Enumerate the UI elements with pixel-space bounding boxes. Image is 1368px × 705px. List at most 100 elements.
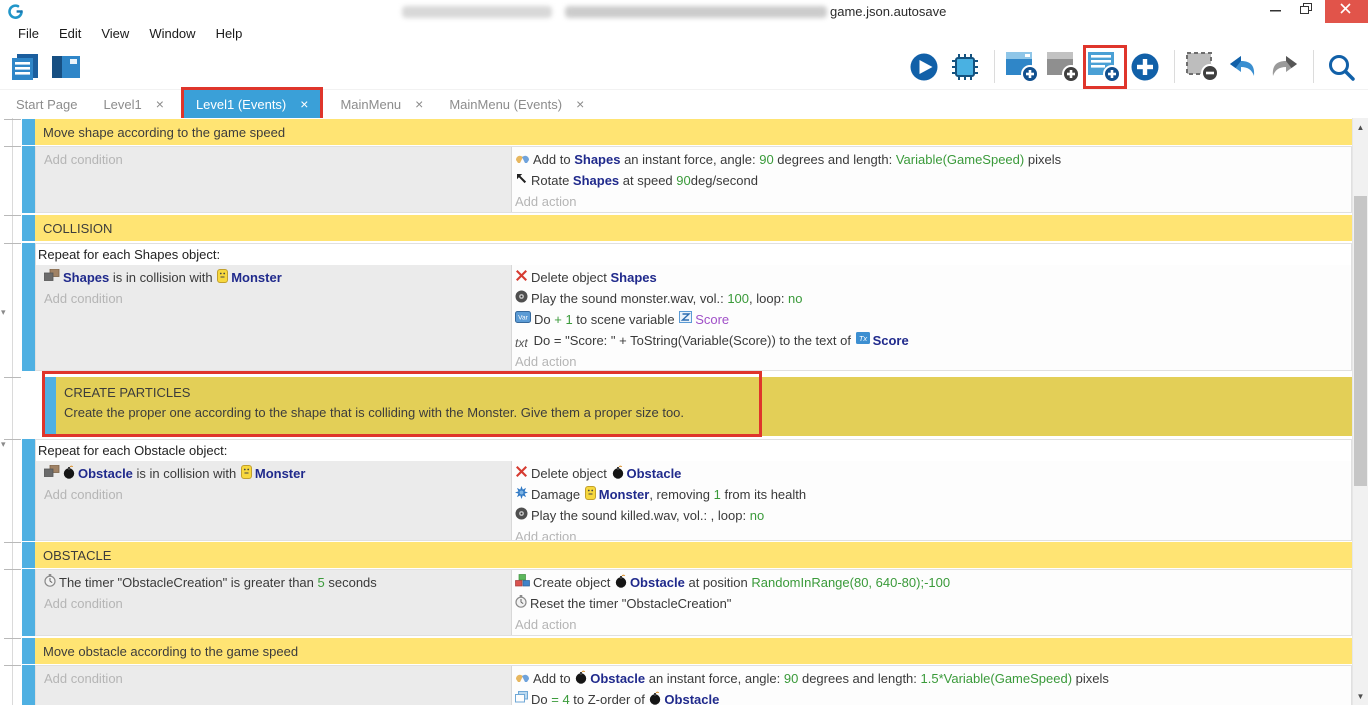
text-segment: from its health	[721, 487, 806, 502]
scroll-up-icon[interactable]: ▲	[1353, 121, 1368, 133]
action-line[interactable]: Play the sound killed.wav, vol.: , loop:…	[515, 505, 1351, 526]
action-line[interactable]: Play the sound monster.wav, vol.: 100, l…	[515, 288, 1351, 309]
add-condition[interactable]: Add condition	[44, 593, 511, 614]
add-condition[interactable]: Add condition	[44, 149, 511, 170]
event-selection-strip	[22, 542, 35, 568]
add-condition[interactable]: Add condition	[44, 288, 511, 309]
conditions-actions: Shapes is in collision with MonsterAdd c…	[36, 265, 1351, 370]
action-line[interactable]: Do = 4 to Z-order of Obstacle	[515, 689, 1351, 705]
comment-text[interactable]: Move shape according to the game speed	[35, 119, 1352, 145]
maximize-button[interactable]	[1293, 0, 1321, 23]
add-action[interactable]: Add action	[515, 614, 1351, 635]
fold-arrow-icon[interactable]: ▾	[1, 440, 6, 449]
toolbar-add-circle-button[interactable]	[1128, 49, 1164, 85]
toolbar-scene-editor-button[interactable]	[49, 49, 85, 85]
event-gutter	[0, 439, 22, 541]
toolbar-debug-button[interactable]	[948, 49, 984, 85]
action-line[interactable]: VarDo + 1 to scene variable Score	[515, 309, 1351, 330]
condition-line[interactable]: Obstacle is in collision with Monster	[44, 463, 511, 484]
add-subevent-icon	[1046, 50, 1080, 83]
scroll-down-icon[interactable]: ▼	[1353, 690, 1368, 702]
actions-column: Delete object ShapesPlay the sound monst…	[511, 265, 1351, 370]
text-segment: pixels	[1072, 671, 1109, 686]
menu-file[interactable]: File	[8, 24, 49, 44]
menu-window[interactable]: Window	[139, 24, 205, 44]
text-segment: Delete object	[531, 466, 611, 481]
add-action[interactable]: Add action	[515, 351, 1351, 370]
minimize-button[interactable]	[1263, 0, 1291, 23]
text-segment: Play the sound killed.wav, vol.: , loop:	[531, 508, 750, 523]
toolbar-project-manager-button[interactable]	[8, 49, 44, 85]
scene-editor-icon	[50, 51, 82, 83]
tab-close-icon[interactable]: ×	[156, 96, 164, 112]
tab-level1-events[interactable]: Level1 (Events)×	[184, 90, 321, 118]
action-line[interactable]: Add to Obstacle an instant force, angle:…	[515, 668, 1351, 689]
tab-close-icon[interactable]: ×	[576, 96, 584, 112]
toolbar	[0, 44, 1368, 90]
condition-line[interactable]: The timer "ObstacleCreation" is greater …	[44, 572, 511, 593]
comment-line: CREATE PARTICLES	[64, 383, 1352, 403]
menu-view[interactable]: View	[91, 24, 139, 44]
action-line[interactable]: txtDo = "Score: " + ToString(Variable(Sc…	[515, 330, 1351, 351]
monster-icon	[217, 269, 228, 288]
comment-text[interactable]: CREATE PARTICLESCreate the proper one ac…	[56, 377, 1352, 436]
repeat-event-header[interactable]: Repeat for each Obstacle object:	[36, 440, 1351, 461]
scrollbar-thumb[interactable]	[1354, 196, 1367, 486]
text-segment: , loop:	[749, 291, 788, 306]
close-button[interactable]	[1325, 0, 1368, 23]
vertical-scrollbar[interactable]: ▲ ▼	[1352, 118, 1368, 705]
text-segment: 1.5*Variable(GameSpeed)	[921, 671, 1073, 686]
tab-start-page[interactable]: Start Page	[10, 90, 83, 118]
toolbar-undo-button[interactable]	[1226, 49, 1262, 85]
minimize-icon	[1270, 3, 1281, 21]
toolbar-add-comment-button[interactable]	[1087, 49, 1123, 85]
menu-help[interactable]: Help	[206, 24, 253, 44]
collision-icon	[44, 269, 60, 288]
conditions-column: Add condition	[36, 666, 511, 705]
tab-label: Start Page	[16, 97, 77, 112]
action-line[interactable]: Reset the timer "ObstacleCreation"	[515, 593, 1351, 614]
add-condition[interactable]: Add condition	[44, 668, 511, 689]
repeat-event-header[interactable]: Repeat for each Shapes object:	[36, 244, 1351, 265]
debug-icon	[950, 52, 980, 82]
fold-arrow-icon[interactable]: ▾	[1, 308, 6, 317]
event-block: Add conditionAdd to Obstacle an instant …	[0, 665, 1352, 705]
event-gutter	[0, 377, 22, 436]
toolbar-play-button[interactable]	[907, 49, 943, 85]
events-sheet: ▾ ▾ Move shape according to the game spe…	[0, 118, 1368, 705]
menu-edit[interactable]: Edit	[49, 24, 91, 44]
comment-text[interactable]: OBSTACLE	[35, 542, 1352, 568]
event-body: Add conditionAdd to Shapes an instant fo…	[35, 146, 1352, 213]
add-action[interactable]: Add action	[515, 526, 1351, 540]
text-segment: Shapes	[611, 270, 657, 285]
action-line[interactable]: Damage Monster, removing 1 from its heal…	[515, 484, 1351, 505]
event-gutter	[0, 119, 22, 145]
text-segment: no	[750, 508, 764, 523]
comment-text[interactable]: COLLISION	[35, 215, 1352, 241]
toolbar-redo-button[interactable]	[1267, 49, 1303, 85]
tab-mainmenu[interactable]: MainMenu×	[334, 90, 429, 118]
toolbar-search-button[interactable]	[1324, 49, 1360, 85]
tab-close-icon[interactable]: ×	[300, 96, 308, 112]
tab-close-icon[interactable]: ×	[415, 96, 423, 112]
action-line[interactable]: Add to Shapes an instant force, angle: 9…	[515, 149, 1351, 170]
action-line[interactable]: Rotate Shapes at speed 90deg/second	[515, 170, 1351, 191]
add-action[interactable]: Add action	[515, 191, 1351, 212]
comment-text[interactable]: Move obstacle according to the game spee…	[35, 638, 1352, 664]
add-condition[interactable]: Add condition	[44, 484, 511, 505]
text-segment: seconds	[325, 575, 377, 590]
text-segment: Obstacle	[627, 466, 682, 481]
tab-level1[interactable]: Level1×	[97, 90, 170, 118]
play-icon	[909, 52, 939, 82]
action-line[interactable]: Create object Obstacle at position Rando…	[515, 572, 1351, 593]
toolbar-add-event-button[interactable]	[1005, 49, 1041, 85]
action-line[interactable]: Delete object Shapes	[515, 267, 1351, 288]
toolbar-remove-event-button[interactable]	[1185, 49, 1221, 85]
timer-icon	[515, 595, 527, 614]
bomb-icon	[649, 691, 661, 705]
condition-line[interactable]: Shapes is in collision with Monster	[44, 267, 511, 288]
events-list: Move shape according to the game speedAd…	[0, 118, 1352, 705]
tab-mainmenu-events[interactable]: MainMenu (Events)×	[443, 90, 590, 118]
action-line[interactable]: Delete object Obstacle	[515, 463, 1351, 484]
toolbar-add-subevent-button[interactable]	[1046, 49, 1082, 85]
